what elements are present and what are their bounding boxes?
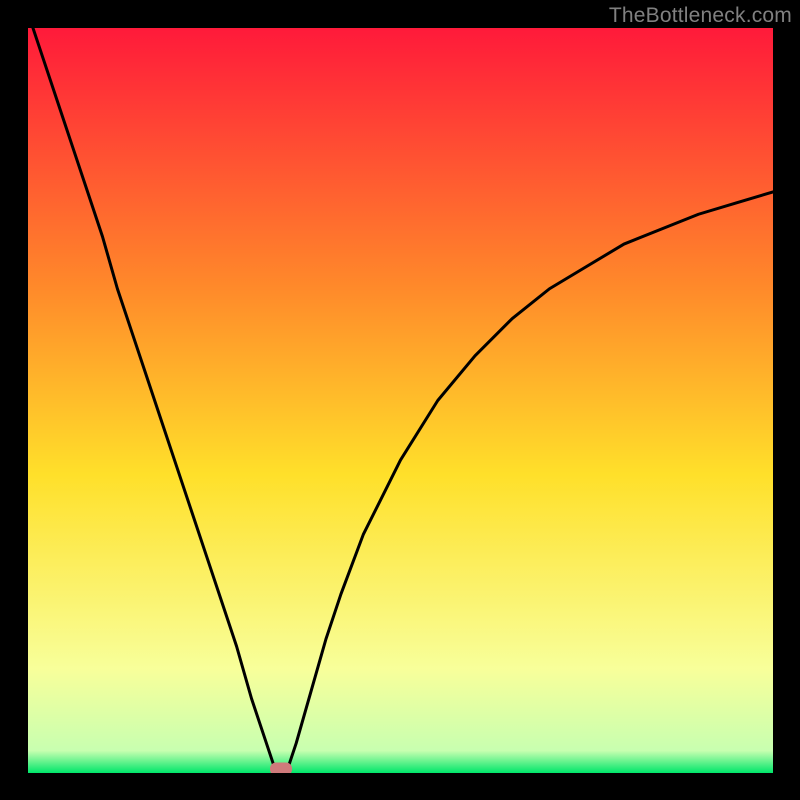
optimal-point-marker [270,762,292,773]
gradient-background [28,28,773,773]
chart-frame: TheBottleneck.com [0,0,800,800]
chart-svg [28,28,773,773]
watermark-text: TheBottleneck.com [609,4,792,28]
plot-area [28,28,773,773]
